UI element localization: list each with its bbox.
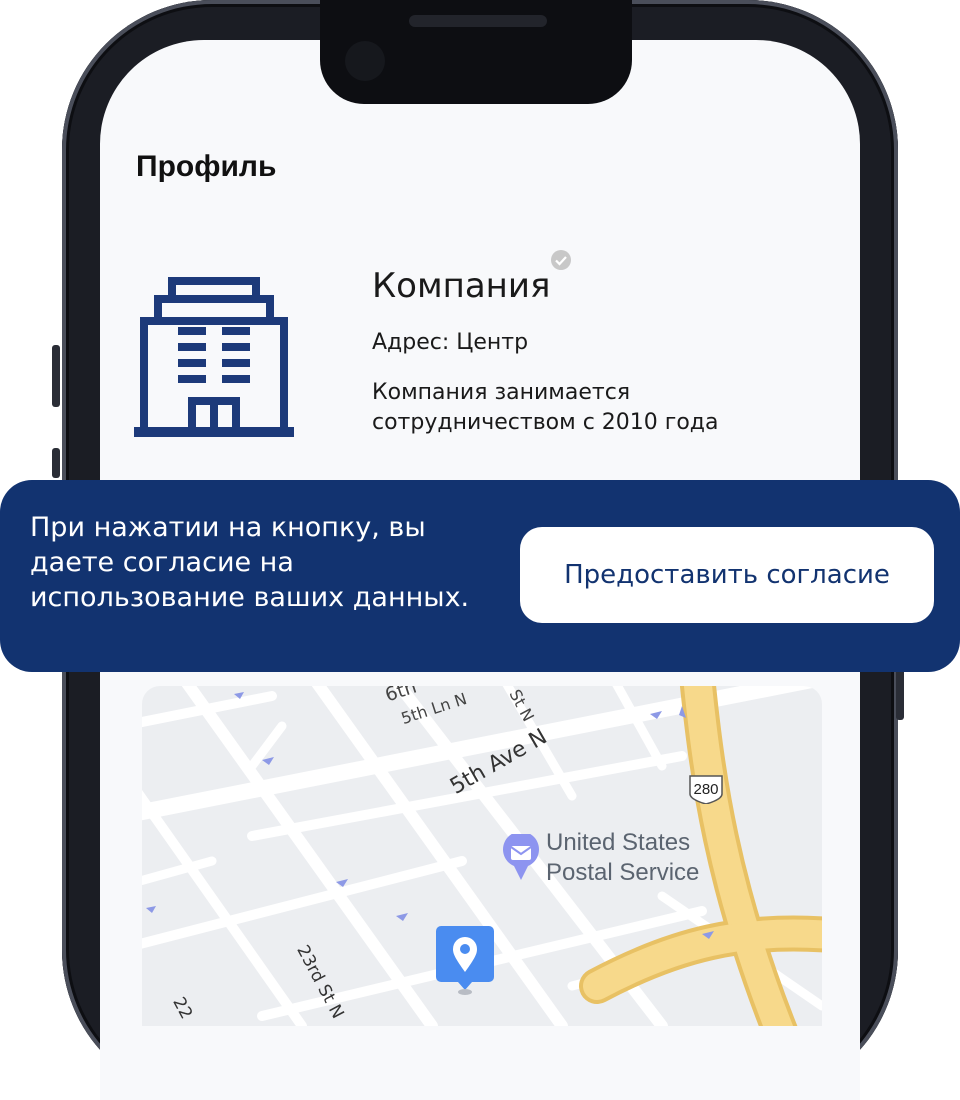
consent-banner: При нажатии на кнопку, вы даете согласие… xyxy=(0,480,960,672)
highway-shield-icon: 280 xyxy=(687,774,725,804)
location-pin-icon[interactable] xyxy=(436,926,494,996)
phone-camera xyxy=(345,41,385,81)
phone-speaker xyxy=(409,15,547,27)
poi-name-line: United States xyxy=(546,829,691,856)
page-title: Профиль xyxy=(136,150,277,183)
verified-check-icon xyxy=(551,250,571,270)
building-icon xyxy=(134,275,294,437)
poi-label[interactable]: United States Postal Service xyxy=(546,828,699,888)
consent-text: При нажатии на кнопку, вы даете согласие… xyxy=(30,512,470,613)
company-address: Адрес: Центр xyxy=(372,330,529,355)
phone-side-button xyxy=(52,448,60,478)
phone-side-button xyxy=(52,345,60,407)
company-name: Компания xyxy=(372,266,551,306)
highway-number: 280 xyxy=(693,781,719,798)
poi-name-line: Postal Service xyxy=(546,859,700,886)
company-description: Компания занимается сотрудничеством с 20… xyxy=(372,380,719,435)
give-consent-button[interactable]: Предоставить согласие xyxy=(520,527,934,623)
map-view[interactable]: 6th 5th Ln N St N 5th Ave N 23rd St N 22… xyxy=(142,686,822,1026)
mail-icon[interactable] xyxy=(502,834,540,880)
